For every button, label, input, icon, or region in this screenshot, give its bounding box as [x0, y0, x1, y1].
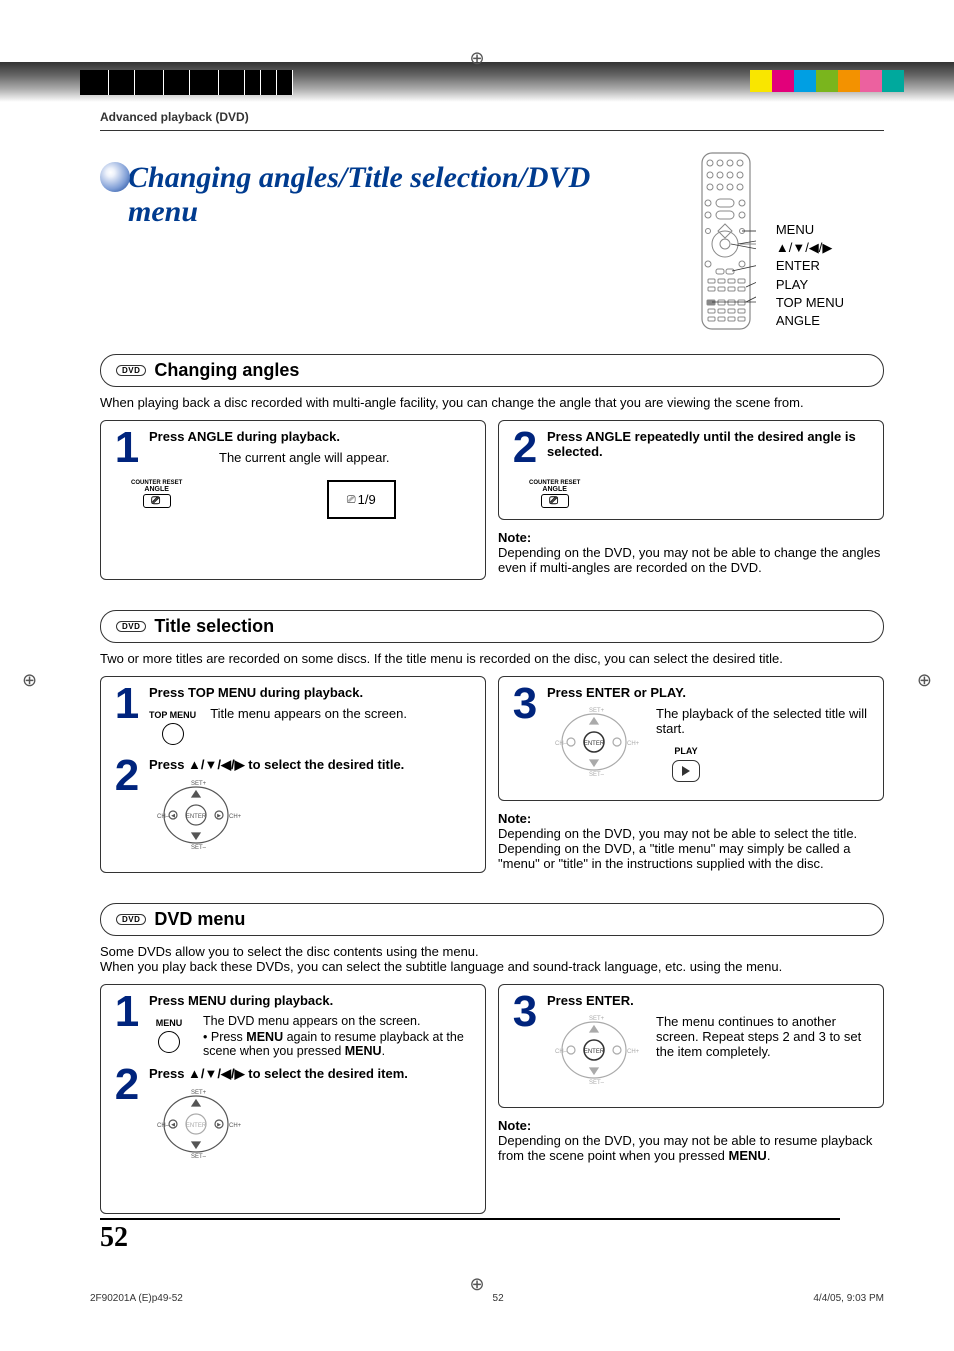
svg-text:ENTER: ENTER	[186, 814, 207, 820]
step-subtext: Title menu appears on the screen.	[210, 706, 407, 745]
step-number: 1	[111, 685, 143, 722]
dpad-graphic: ENTER ◀ ▶ CH– CH+ SET+ SET–	[149, 1088, 239, 1163]
svg-text:CH+: CH+	[229, 814, 242, 820]
page-content: Advanced playback (DVD) Changing angles/…	[0, 0, 954, 1284]
label-menu: MENU	[776, 221, 844, 239]
svg-text:CH+: CH+	[229, 1123, 242, 1129]
step-title: Press ▲/▼/◀/▶ to select the desired titl…	[149, 757, 475, 773]
dpad-graphic: ENTER CH– CH+ SET+ SET–	[547, 1014, 642, 1089]
dpad-graphic: ENTER CH– CH+ SET+ SET–	[547, 706, 642, 781]
dpad-graphic: ENTER ◀ ▶ CH– CH+ SET+ SET–	[149, 779, 239, 854]
page-number: 52	[100, 1218, 840, 1254]
breadcrumb: Advanced playback (DVD)	[100, 110, 884, 131]
menu-button-graphic: MENU	[149, 1014, 189, 1058]
step-number: 1	[111, 429, 143, 466]
step-subtext: The menu continues to another screen. Re…	[656, 1014, 873, 1089]
intro-text: Two or more titles are recorded on some …	[100, 651, 884, 666]
svg-text:CH+: CH+	[627, 741, 640, 747]
section-title: Title selection	[154, 616, 274, 637]
svg-text:▶: ▶	[217, 813, 221, 819]
dvd-badge-icon: DVD	[116, 621, 146, 632]
step-title: Press ENTER.	[547, 993, 873, 1008]
svg-text:SET+: SET+	[589, 708, 605, 714]
label-topmenu: TOP MENU	[776, 294, 844, 312]
svg-text:ENTER: ENTER	[186, 1123, 207, 1129]
svg-text:SET+: SET+	[191, 1090, 207, 1096]
intro-text: When playing back a disc recorded with m…	[100, 395, 884, 410]
section-header-angles: DVD Changing angles	[100, 354, 884, 387]
svg-text:SET–: SET–	[191, 1154, 207, 1160]
label-enter: ENTER	[776, 257, 844, 275]
osd-display: ⎚1/9	[327, 480, 396, 519]
svg-text:CH–: CH–	[157, 814, 170, 820]
step-subtext: The DVD menu appears on the screen. • Pr…	[203, 1014, 475, 1058]
svg-text:CH–: CH–	[157, 1123, 170, 1129]
angle-button-graphic: COUNTER RESET ANGLE ⎚	[131, 480, 182, 508]
play-button-graphic: PLAY	[656, 742, 716, 782]
note-block: Note: Depending on the DVD, you may not …	[498, 811, 884, 871]
section-title: DVD menu	[154, 909, 245, 930]
step-number: 3	[509, 685, 541, 722]
svg-text:SET–: SET–	[589, 1080, 605, 1086]
remote-diagram: MENU ▲/▼/◀/▶ ENTER PLAY TOP MENU ANGLE	[696, 151, 884, 334]
svg-text:SET–: SET–	[589, 772, 605, 778]
intro-text: Some DVDs allow you to select the disc c…	[100, 944, 884, 974]
step-number: 3	[509, 993, 541, 1030]
step-title: Press ANGLE repeatedly until the desired…	[547, 429, 873, 459]
svg-text:SET+: SET+	[191, 781, 207, 787]
svg-text:ENTER: ENTER	[584, 741, 605, 747]
step-number: 2	[111, 1066, 143, 1103]
dvd-badge-icon: DVD	[116, 914, 146, 925]
svg-text:CH+: CH+	[627, 1049, 640, 1055]
step-number: 2	[509, 429, 541, 466]
step-title: Press ENTER or PLAY.	[547, 685, 873, 700]
page-title: Changing angles/Title selection/DVD menu	[100, 161, 636, 229]
section-header-dvdmenu: DVD DVD menu	[100, 903, 884, 936]
topmenu-button-graphic: TOP MENU	[149, 706, 196, 745]
svg-text:▶: ▶	[217, 1122, 221, 1128]
svg-text:◀: ◀	[171, 1122, 175, 1128]
angle-button-graphic: COUNTER RESET ANGLE ⎚	[529, 480, 580, 508]
svg-text:CH–: CH–	[555, 741, 568, 747]
svg-text:ENTER: ENTER	[584, 1049, 605, 1055]
step-number: 2	[111, 757, 143, 794]
step-title: Press MENU during playback.	[149, 993, 475, 1008]
svg-text:SET+: SET+	[589, 1016, 605, 1022]
step-subtext: The playback of the selected title will …	[656, 706, 873, 736]
dvd-badge-icon: DVD	[116, 365, 146, 376]
svg-text:SET–: SET–	[191, 845, 207, 851]
note-block: Note: Depending on the DVD, you may not …	[498, 530, 884, 575]
camera-icon: ⎚	[151, 495, 160, 508]
footer-meta: 2F90201A (E)p49-52 52 4/4/05, 9:03 PM	[90, 1293, 884, 1304]
label-arrows: ▲/▼/◀/▶	[776, 239, 844, 257]
step-title: Press ANGLE during playback.	[149, 429, 475, 444]
remote-icon	[696, 151, 756, 331]
svg-text:◀: ◀	[171, 813, 175, 819]
remote-labels: MENU ▲/▼/◀/▶ ENTER PLAY TOP MENU ANGLE	[776, 221, 844, 330]
step-subtext: The current angle will appear.	[219, 450, 475, 465]
section-title: Changing angles	[154, 360, 299, 381]
svg-text:CH–: CH–	[555, 1049, 568, 1055]
step-title: Press ▲/▼/◀/▶ to select the desired item…	[149, 1066, 475, 1082]
label-play: PLAY	[776, 276, 844, 294]
step-title: Press TOP MENU during playback.	[149, 685, 475, 700]
label-angle: ANGLE	[776, 312, 844, 330]
section-header-title: DVD Title selection	[100, 610, 884, 643]
step-number: 1	[111, 993, 143, 1030]
note-block: Note: Depending on the DVD, you may not …	[498, 1118, 884, 1163]
